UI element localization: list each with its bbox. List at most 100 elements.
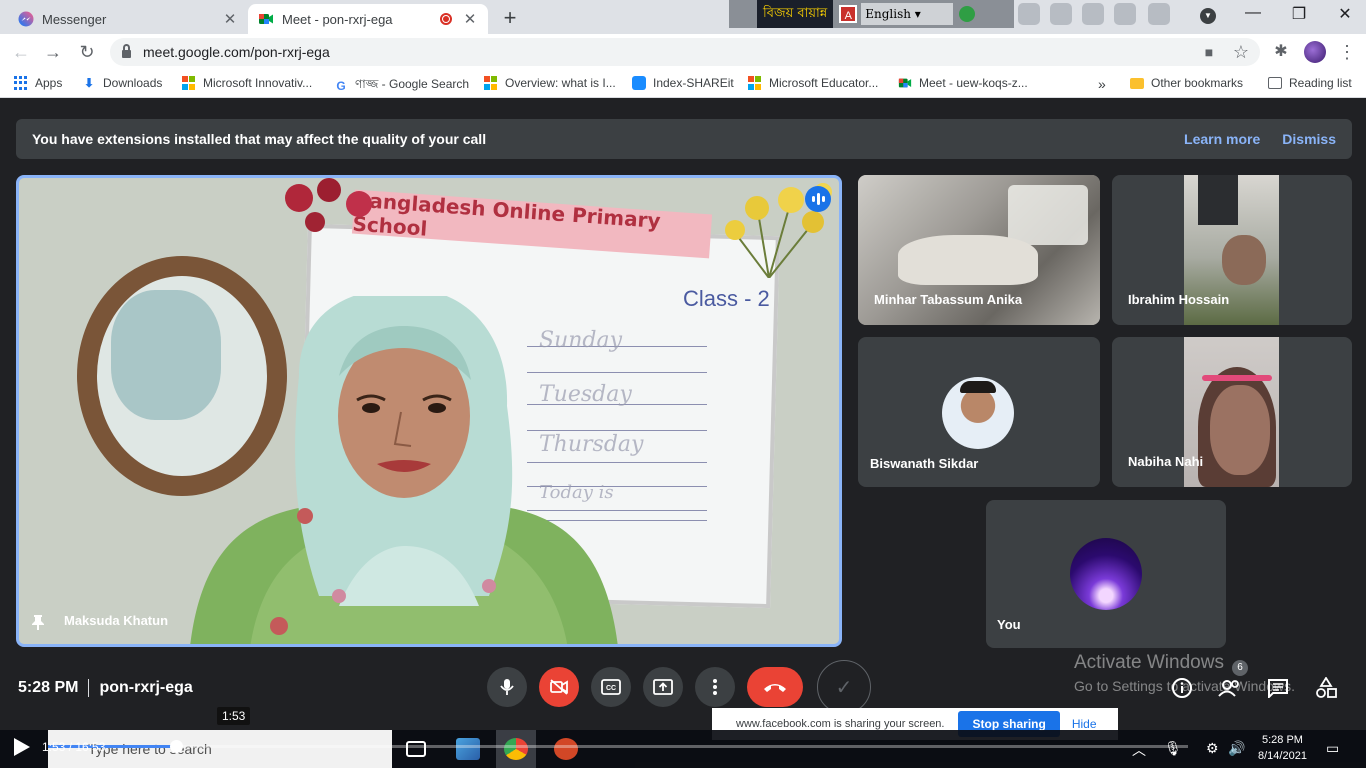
toolbar-help-icon[interactable] xyxy=(1114,3,1136,25)
system-clock[interactable]: 5:28 PM 8/14/2021 xyxy=(1258,732,1307,764)
people-button[interactable] xyxy=(1218,676,1242,700)
microsoft-icon xyxy=(484,76,498,90)
bangla-keyboard-label[interactable]: বিজয় বায়ান্ন xyxy=(757,0,834,28)
menu-kebab-icon[interactable]: ⋮ xyxy=(1336,41,1358,63)
windows-taskbar: Type here to search ︿ 🎙 ⚙ 🔊 5:28 PM 8/14… xyxy=(0,730,1366,768)
settings-gear-icon[interactable]: ⚙ xyxy=(1206,740,1219,757)
chat-button[interactable] xyxy=(1266,676,1290,700)
board-class-label: Class - 2 xyxy=(683,286,770,311)
bookmark-apps[interactable]: Apps xyxy=(14,76,62,90)
meet-icon xyxy=(898,78,912,88)
toolbar-tool-icon[interactable] xyxy=(1018,3,1040,25)
seek-handle[interactable] xyxy=(169,740,183,753)
hide-button[interactable]: Hide xyxy=(1072,717,1097,731)
chrome-icon[interactable] xyxy=(504,738,528,760)
profile-avatar[interactable] xyxy=(1304,41,1326,63)
window-light xyxy=(1008,185,1088,245)
language-select[interactable]: English ▾ xyxy=(861,3,954,25)
minimize-icon[interactable]: — xyxy=(1238,4,1268,22)
lock-icon[interactable] xyxy=(122,44,131,58)
divider xyxy=(88,679,90,697)
forward-icon[interactable]: → xyxy=(42,41,64,63)
main-video-tile[interactable]: Bangladesh Online Primary School Class -… xyxy=(16,175,842,647)
bookmark-star-icon[interactable]: ☆ xyxy=(1230,41,1252,63)
self-avatar xyxy=(1070,538,1142,610)
address-bar[interactable]: meet.google.com/pon-rxrj-ega xyxy=(110,38,1260,66)
more-bookmarks-button[interactable]: » xyxy=(1098,76,1106,92)
leave-call-button[interactable] xyxy=(747,667,803,707)
bookmark-overview[interactable]: Overview: what is I... xyxy=(484,76,616,90)
meeting-details-button[interactable] xyxy=(1170,676,1194,700)
dismiss-button[interactable]: Dismiss xyxy=(1282,131,1336,147)
tab-search-icon[interactable]: ▼ xyxy=(1200,8,1216,24)
task-view-icon[interactable] xyxy=(406,741,426,757)
self-tile[interactable]: You xyxy=(986,500,1226,648)
font-a-icon[interactable]: A xyxy=(839,5,858,23)
face xyxy=(1222,235,1266,285)
bookmark-microsoft-educator[interactable]: Microsoft Educator... xyxy=(748,76,878,90)
pin-icon[interactable] xyxy=(31,614,45,630)
bookmark-microsoft-innovative[interactable]: Microsoft Innovativ... xyxy=(182,76,312,90)
seek-bar[interactable] xyxy=(48,740,1188,753)
bookmark-meet[interactable]: Meet - uew-koqs-z... xyxy=(898,76,1028,90)
bookmark-google-search[interactable]: G ণাজ্জ - Google Search xyxy=(334,76,469,96)
participant-tile[interactable]: Ibrahim Hossain xyxy=(1112,175,1352,325)
current-time: 5:28 PM xyxy=(18,679,79,697)
apps-grid-icon xyxy=(14,76,28,90)
notifications-icon[interactable]: ▭ xyxy=(1326,740,1339,757)
svg-text:CC: CC xyxy=(606,685,616,692)
meeting-code: pon-rxrj-ega xyxy=(99,679,193,697)
other-bookmarks[interactable]: Other bookmarks xyxy=(1130,76,1243,90)
input-method-toolbar: বিজয় বায়ান্ন A English ▾ xyxy=(729,0,1014,28)
present-button[interactable] xyxy=(643,667,683,707)
camera-off-button[interactable] xyxy=(539,667,579,707)
chat-icon xyxy=(1268,679,1288,698)
close-tab-icon[interactable]: ✕ xyxy=(222,10,238,28)
tab-messenger[interactable]: Messenger ✕ xyxy=(8,4,248,34)
new-tab-button[interactable]: + xyxy=(498,5,522,31)
camera-off-icon xyxy=(550,679,568,695)
captions-button[interactable]: CC xyxy=(591,667,631,707)
participant-name: Minhar Tabassum Anika xyxy=(874,292,1023,307)
extensions-icon[interactable]: ✱ xyxy=(1270,41,1292,63)
toolbar-tool-icon[interactable] xyxy=(1082,3,1104,25)
tab-meet[interactable]: Meet - pon-rxrj-ega ✕ xyxy=(248,4,488,34)
globe-icon[interactable] xyxy=(959,6,976,22)
face xyxy=(1210,385,1270,475)
tray-chevron-icon[interactable]: ︿ xyxy=(1132,740,1146,760)
volume-icon[interactable]: 🔊 xyxy=(1228,740,1245,757)
camera-in-use-icon[interactable]: ■ xyxy=(1198,41,1220,63)
maximize-icon[interactable]: ❐ xyxy=(1284,4,1314,24)
close-tab-icon[interactable]: ✕ xyxy=(462,10,478,28)
recording-icon xyxy=(440,13,452,25)
reload-icon[interactable]: ↻ xyxy=(76,41,98,63)
mic-button[interactable] xyxy=(487,667,527,707)
reading-list[interactable]: Reading list xyxy=(1268,76,1352,90)
more-options-button[interactable] xyxy=(695,667,735,707)
bookmark-downloads[interactable]: ⬇ Downloads xyxy=(82,76,162,90)
participant-tile[interactable]: Minhar Tabassum Anika xyxy=(858,175,1100,325)
captions-icon: CC xyxy=(601,679,621,695)
app-icon[interactable] xyxy=(456,738,480,760)
bookmarks-bar: Apps ⬇ Downloads Microsoft Innovativ... … xyxy=(0,70,1366,98)
bookmark-shareit[interactable]: Index-SHAREit xyxy=(632,76,734,90)
play-icon[interactable] xyxy=(14,738,30,756)
cloth xyxy=(1198,175,1238,225)
activities-button[interactable] xyxy=(1314,676,1338,700)
participant-name: Nabiha Nahi xyxy=(1128,454,1204,469)
close-window-icon[interactable]: ✕ xyxy=(1330,4,1360,24)
microsoft-icon xyxy=(182,76,196,90)
powerpoint-icon[interactable] xyxy=(554,738,578,760)
participant-tile[interactable]: Nabiha Nahi xyxy=(1112,337,1352,487)
participant-tile[interactable]: Biswanath Sikdar xyxy=(858,337,1100,487)
download-icon: ⬇ xyxy=(83,76,95,90)
presenter-figure xyxy=(190,296,618,644)
meet-content: You have extensions installed that may a… xyxy=(0,99,1366,740)
extensions-warning-banner: You have extensions installed that may a… xyxy=(16,119,1352,159)
learn-more-link[interactable]: Learn more xyxy=(1184,131,1260,147)
raise-hand-button[interactable]: ✓ xyxy=(817,660,871,714)
toolbar-close-icon[interactable] xyxy=(1148,3,1170,25)
tray-mic-icon[interactable]: 🎙 xyxy=(1164,740,1182,757)
toolbar-settings-icon[interactable] xyxy=(1050,3,1072,25)
back-icon[interactable]: ← xyxy=(10,41,32,63)
